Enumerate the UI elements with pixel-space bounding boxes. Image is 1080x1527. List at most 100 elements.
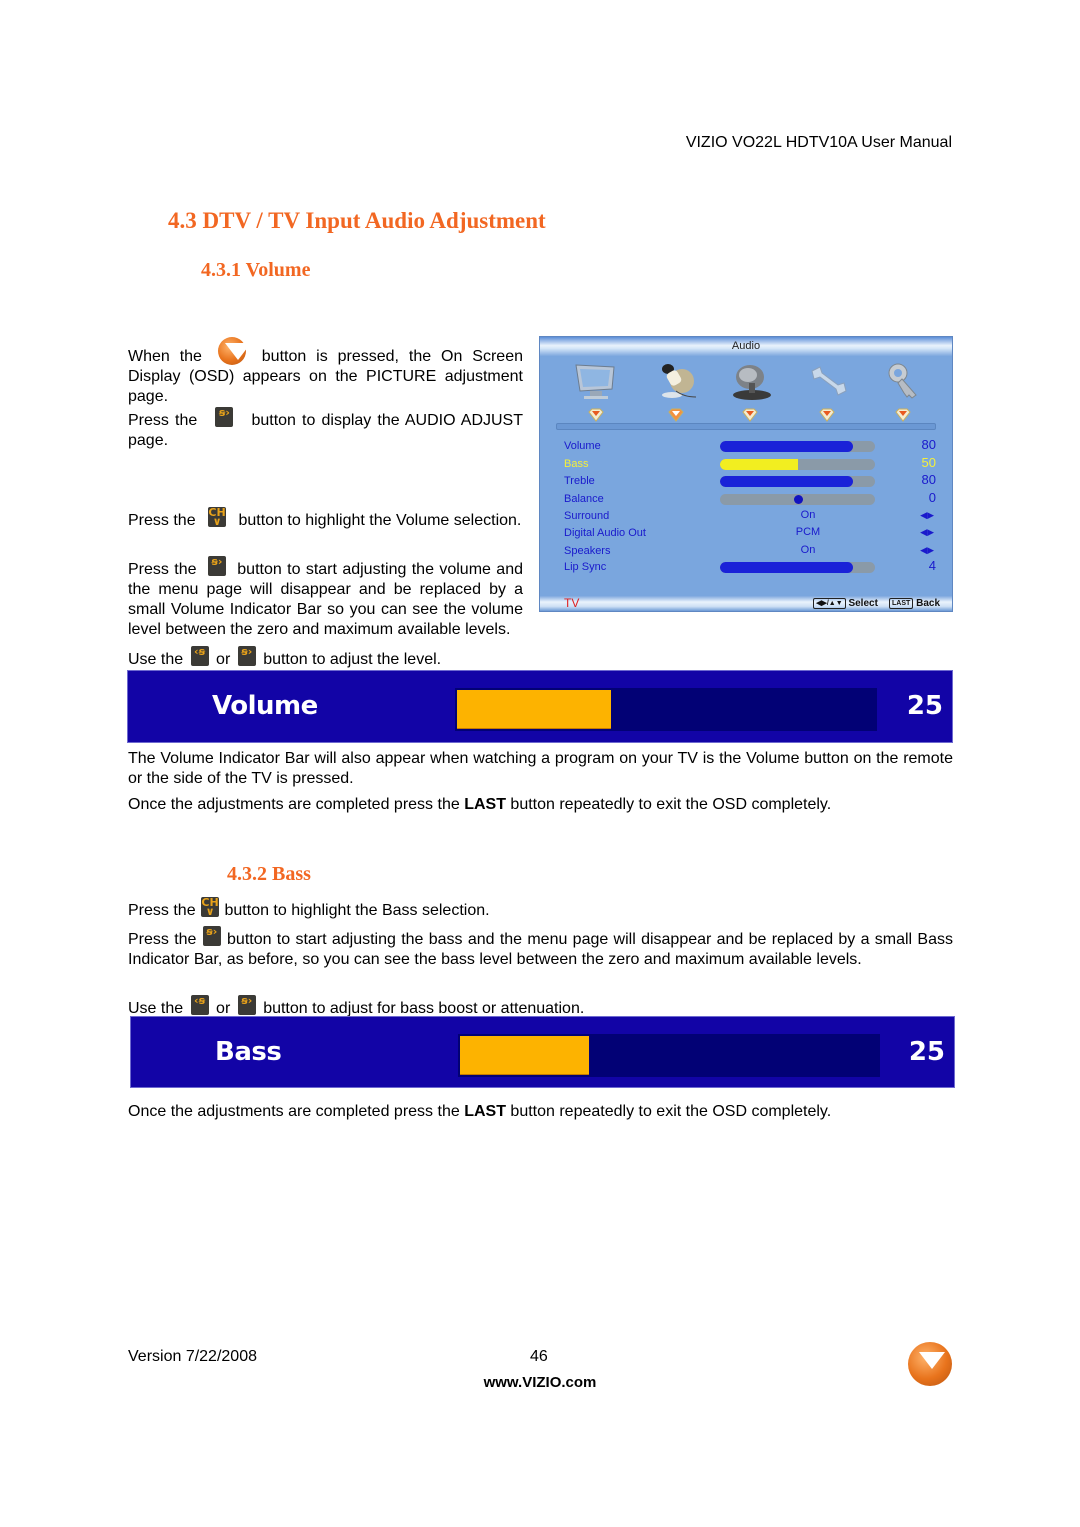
footer-version: Version 7/22/2008	[128, 1348, 257, 1365]
volume-left-button-icon: ‹ꞩ	[190, 646, 209, 666]
paragraph-audio-page: Press the ꞩ› button to display the AUDIO…	[128, 407, 523, 451]
osd-divider	[556, 423, 936, 430]
osd-row-option: PCM	[795, 526, 821, 538]
osd-slider-fill	[720, 441, 854, 452]
volume-left-button-icon: ‹ꞩ	[190, 995, 209, 1015]
channel-down-button-icon: CH ∨	[208, 506, 227, 528]
section-title: 4.3 DTV / TV Input Audio Adjustment	[168, 208, 546, 233]
text: button repeatedly to exit the OSD comple…	[510, 796, 832, 813]
osd-slider[interactable]	[720, 459, 875, 470]
tab-indicator-icon[interactable]	[742, 408, 758, 422]
osd-row-label[interactable]: Speakers	[564, 543, 610, 559]
osd-slider[interactable]	[720, 562, 875, 573]
text: Press the	[128, 902, 196, 919]
osd-row-label[interactable]: Digital Audio Out	[564, 525, 646, 541]
last-keyword: LAST	[464, 796, 506, 813]
volume-right-button-icon: ꞩ›	[237, 646, 256, 666]
text: Use the	[128, 1000, 184, 1017]
text: Press the	[128, 412, 198, 429]
text: When the	[128, 348, 202, 365]
text: button to adjust the level.	[263, 651, 442, 668]
osd-slider-fill	[720, 459, 798, 470]
text: Press the	[128, 561, 197, 578]
subsection-title-volume: 4.3.1 Volume	[201, 259, 311, 281]
paragraph-start-adjusting-volume: Press the ꞩ› button to start adjusting t…	[128, 556, 523, 640]
osd-row-label[interactable]: Bass	[564, 456, 588, 472]
bass-indicator-track	[458, 1034, 880, 1077]
paragraph-exit-osd-volume: Once the adjustments are completed press…	[128, 795, 831, 815]
volume-indicator-fill	[457, 690, 612, 729]
text: button to start adjusting the bass and t…	[128, 931, 953, 968]
osd-slider-fill	[720, 562, 854, 573]
channel-down-button-icon: CH ∨	[201, 896, 220, 918]
tab-indicator-icon[interactable]	[895, 408, 911, 422]
paragraph-start-adjusting-bass: Press the ꞩ› button to start adjusting t…	[128, 926, 953, 970]
subsection-title-bass: 4.3.2 Bass	[227, 863, 311, 885]
left-right-arrows-icon[interactable]: ◀▶	[920, 545, 934, 556]
osd-row-value: 0	[928, 490, 936, 505]
text: button repeatedly to exit the OSD comple…	[510, 1103, 832, 1120]
osd-audio-menu: Audio Volume 80 Bass 50 Treble 80 Balance 0 Surr…	[539, 336, 953, 612]
osd-slider[interactable]	[720, 441, 875, 452]
vizio-logo-icon	[908, 1342, 952, 1386]
left-right-arrows-icon[interactable]: ◀▶	[920, 510, 934, 521]
paragraph-highlight-bass: Press the CH ∨ button to highlight the B…	[128, 897, 490, 921]
osd-input-source: TV	[564, 596, 580, 610]
volume-right-button-icon: ꞩ›	[237, 995, 256, 1015]
tab-indicator-icon[interactable]	[588, 408, 604, 422]
bass-indicator-fill	[460, 1036, 589, 1075]
osd-footer: TV ◀▶/▲▼ Select LAST Back	[540, 596, 952, 611]
tab-indicator-icon[interactable]	[819, 408, 835, 422]
text: or	[216, 651, 231, 668]
osd-back-label: Back	[916, 598, 940, 609]
paragraph-indicator-note: The Volume Indicator Bar will also appea…	[128, 750, 953, 787]
nav-key-icon: ◀▶/▲▼	[813, 598, 846, 609]
bass-indicator-value: 25	[908, 1037, 945, 1067]
last-keyword: LAST	[464, 1103, 506, 1120]
tv-satellite-dish-icon	[733, 365, 771, 400]
osd-slider-knob[interactable]	[793, 495, 803, 504]
osd-row-label[interactable]: Volume	[564, 438, 601, 454]
audio-microphone-icon	[662, 364, 697, 398]
text: Once the adjustments are completed press…	[128, 1103, 460, 1120]
volume-right-button-icon: ꞩ›	[215, 407, 234, 427]
osd-slider[interactable]	[720, 476, 875, 487]
osd-row-value: 80	[921, 437, 936, 452]
osd-slider-fill	[720, 476, 854, 487]
text: button to adjust for bass boost or atten…	[263, 1000, 585, 1017]
osd-row-label[interactable]: Balance	[564, 491, 604, 507]
osd-help-bar: ◀▶/▲▼ Select LAST Back	[813, 596, 940, 611]
volume-right-button-icon: ꞩ›	[207, 556, 226, 576]
osd-row-value: 4	[928, 558, 936, 573]
osd-row-value: 80	[921, 472, 936, 487]
vizio-v-button-icon	[217, 337, 251, 365]
volume-indicator-label: Volume	[212, 691, 318, 721]
manual-title: VIZIO VO22L HDTV10A User Manual	[685, 134, 952, 151]
parental-key-icon	[888, 363, 917, 399]
paragraph-use-buttons-volume: Use the ‹ꞩ or ꞩ› button to adjust the le…	[128, 646, 441, 670]
bass-indicator-bar: Bass 25	[130, 1016, 955, 1088]
setup-wrench-icon	[811, 366, 847, 396]
volume-indicator-track	[455, 688, 877, 731]
osd-row-label[interactable]: Lip Sync	[564, 559, 606, 575]
picture-monitor-icon	[575, 364, 615, 399]
osd-title: Audio	[540, 337, 952, 356]
volume-right-button-icon: ꞩ›	[202, 926, 221, 946]
osd-row-value: 50	[921, 455, 936, 470]
paragraph-exit-osd-bass: Once the adjustments are completed press…	[128, 1102, 831, 1122]
left-right-arrows-icon[interactable]: ◀▶	[920, 527, 934, 538]
osd-slider[interactable]	[720, 494, 875, 505]
osd-select-label: Select	[848, 598, 878, 609]
tab-indicator-active-icon[interactable]	[668, 408, 684, 422]
osd-row-label[interactable]: Treble	[564, 473, 595, 489]
text: Use the	[128, 651, 184, 668]
last-key-icon: LAST	[889, 598, 914, 609]
paragraph-highlight-volume: Press the CH ∨ button to highlight the V…	[128, 507, 523, 531]
osd-row-label[interactable]: Surround	[564, 508, 609, 524]
volume-indicator-value: 25	[906, 691, 943, 721]
volume-indicator-bar: Volume 25	[127, 670, 953, 743]
osd-row-option: On	[800, 544, 816, 556]
paragraph-osd-intro: When the button is pressed, the On Scree…	[128, 337, 523, 407]
text: Press the	[128, 512, 196, 529]
text: or	[216, 1000, 231, 1017]
